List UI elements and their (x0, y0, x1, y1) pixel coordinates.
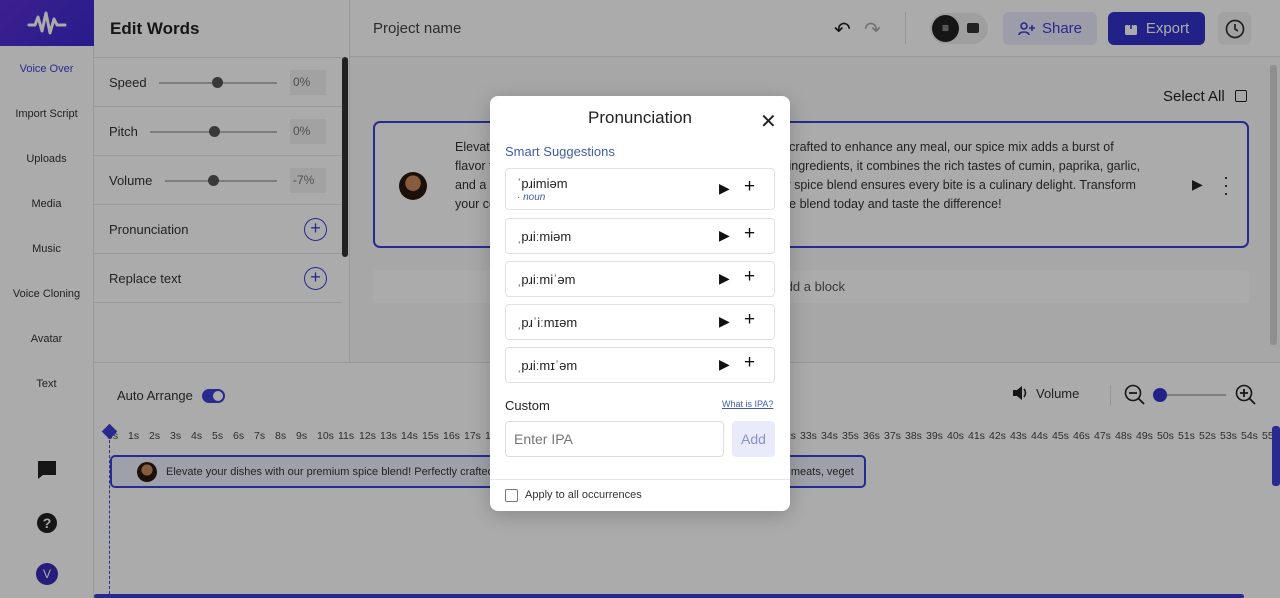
play-icon[interactable]: ▶ (719, 227, 730, 244)
suggestion-item[interactable]: ˌpɹiːmiˈəm ▶ + (505, 261, 775, 297)
add-icon[interactable]: + (744, 176, 755, 198)
add-icon[interactable]: + (744, 309, 755, 331)
suggestion-ipa: ˌpɹiːmɪˈəm (517, 358, 578, 373)
suggestion-ipa: ˌpɹiːmiˈəm (517, 272, 576, 287)
apply-all-checkbox[interactable] (505, 489, 518, 502)
custom-label: Custom (505, 398, 550, 413)
suggestion-item[interactable]: ˈpɹimiəm · noun ▶ + (505, 168, 775, 210)
add-icon[interactable]: + (744, 266, 755, 288)
add-icon[interactable]: + (744, 223, 755, 245)
suggestion-ipa: ˌpɹiːmiəm (517, 229, 572, 244)
dialog-footer: Apply to all occurrences (490, 479, 790, 511)
close-icon[interactable]: ✕ (760, 109, 777, 134)
suggestion-ipa: ˈpɹimiəm (517, 176, 568, 191)
play-icon[interactable]: ▶ (719, 313, 730, 330)
apply-all-label[interactable]: Apply to all occurrences (525, 489, 642, 501)
smart-suggestions-label: Smart Suggestions (505, 144, 615, 159)
play-icon[interactable]: ▶ (719, 180, 730, 197)
suggestion-item[interactable]: ˌpɹiːmiəm ▶ + (505, 218, 775, 254)
play-icon[interactable]: ▶ (719, 356, 730, 373)
suggestion-pos: · noun (517, 192, 546, 203)
suggestion-item[interactable]: ˌpɹˈiːmɪəm ▶ + (505, 304, 775, 340)
pronunciation-dialog: Pronunciation ✕ Smart Suggestions ˈpɹimi… (490, 96, 790, 511)
add-icon[interactable]: + (744, 352, 755, 374)
add-ipa-button[interactable]: Add (732, 421, 775, 457)
play-icon[interactable]: ▶ (719, 270, 730, 287)
ipa-input[interactable] (505, 421, 724, 457)
suggestion-ipa: ˌpɹˈiːmɪəm (517, 315, 578, 330)
suggestion-item[interactable]: ˌpɹiːmɪˈəm ▶ + (505, 347, 775, 383)
dialog-title: Pronunciation (588, 108, 692, 127)
what-is-ipa-link[interactable]: What is IPA? (722, 399, 773, 409)
